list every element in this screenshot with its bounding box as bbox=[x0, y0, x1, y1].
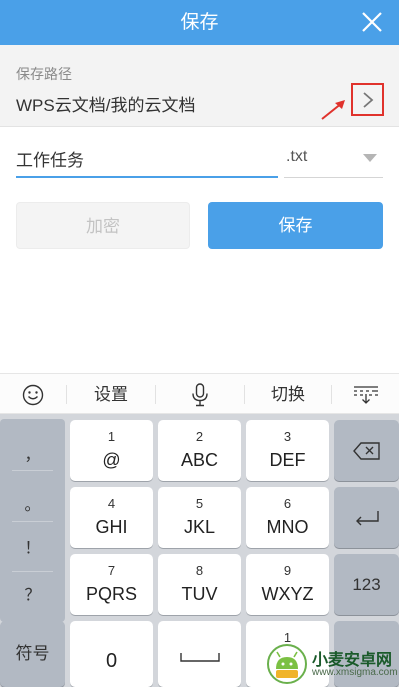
key-2[interactable]: 2 ABC bbox=[158, 420, 241, 481]
enter-icon bbox=[355, 511, 379, 526]
key-1[interactable]: 1 @ bbox=[70, 420, 153, 481]
punct-key-question[interactable]: ？ bbox=[0, 581, 65, 605]
zero-key[interactable]: 0 bbox=[70, 621, 153, 687]
space-key[interactable] bbox=[158, 621, 241, 687]
emoji-key[interactable] bbox=[0, 374, 66, 415]
caret-down-icon bbox=[363, 154, 377, 162]
voice-key[interactable] bbox=[156, 374, 244, 415]
backspace-icon bbox=[352, 442, 380, 460]
save-button[interactable]: 保存 bbox=[208, 202, 383, 249]
chevron-right-icon bbox=[363, 92, 374, 108]
backspace-key[interactable] bbox=[334, 420, 399, 481]
punct-key-comma[interactable]: ， bbox=[0, 441, 65, 465]
key-8[interactable]: 8 TUV bbox=[158, 554, 241, 615]
keyboard-toolbar: 设置 切换 bbox=[0, 373, 399, 414]
keyboard-collapse-icon bbox=[353, 386, 378, 404]
punctuation-column[interactable]: ， 。 ！ ？ bbox=[0, 419, 65, 622]
punct-key-exclamation[interactable]: ！ bbox=[0, 534, 65, 558]
dialog-header: 保存 bbox=[0, 0, 399, 45]
switch-key[interactable]: 切换 bbox=[245, 374, 331, 415]
space-bar-icon bbox=[179, 653, 220, 662]
file-extension-value: .txt bbox=[286, 148, 308, 165]
key-4[interactable]: 4 GHI bbox=[70, 487, 153, 548]
android-logo-icon bbox=[267, 644, 307, 684]
key-3[interactable]: 3 DEF bbox=[246, 420, 329, 481]
punct-key-period[interactable]: 。 bbox=[0, 491, 65, 515]
symbols-key[interactable]: 符号 bbox=[0, 621, 65, 687]
watermark-url: www.xmsigma.com bbox=[312, 667, 398, 678]
annotation-arrow-icon bbox=[321, 100, 345, 120]
encrypt-button[interactable]: 加密 bbox=[16, 202, 190, 249]
save-path-arrow-button[interactable] bbox=[351, 83, 384, 116]
settings-key[interactable]: 设置 bbox=[67, 374, 155, 415]
punct-divider bbox=[12, 521, 53, 522]
hide-keyboard-key[interactable] bbox=[332, 374, 399, 415]
watermark: 小麦安卓网 www.xmsigma.com bbox=[260, 640, 399, 687]
file-name-input[interactable] bbox=[16, 134, 278, 178]
save-path-value: WPS云文档/我的云文档 bbox=[16, 96, 196, 115]
dialog-title: 保存 bbox=[180, 12, 219, 33]
microphone-icon bbox=[192, 383, 208, 407]
smiley-icon bbox=[22, 384, 44, 406]
key-6[interactable]: 6 MNO bbox=[246, 487, 329, 548]
key-9[interactable]: 9 WXYZ bbox=[246, 554, 329, 615]
numbers-key[interactable]: 123 bbox=[334, 554, 399, 615]
save-path-label: 保存路径 bbox=[16, 66, 72, 82]
enter-key[interactable] bbox=[334, 487, 399, 548]
key-7[interactable]: 7 PQRS bbox=[70, 554, 153, 615]
close-icon[interactable] bbox=[359, 9, 385, 35]
punct-divider bbox=[12, 571, 53, 572]
file-extension-select[interactable]: .txt bbox=[284, 134, 383, 178]
punct-divider bbox=[12, 470, 53, 471]
key-5[interactable]: 5 JKL bbox=[158, 487, 241, 548]
